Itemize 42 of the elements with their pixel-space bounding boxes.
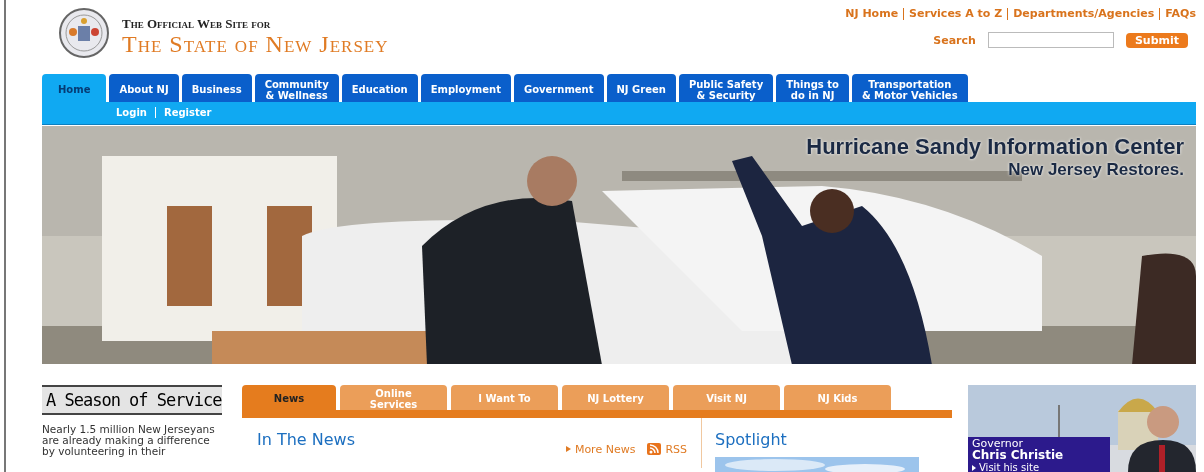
nav-tab[interactable]: Community & Wellness <box>254 73 339 102</box>
nav-tab[interactable]: Transportation & Motor Vehicles <box>851 73 968 102</box>
rss-link[interactable]: RSS <box>665 442 687 456</box>
content-tab[interactable]: News <box>242 385 336 411</box>
governor-title: Governor <box>972 438 1024 450</box>
search-field[interactable] <box>987 32 1114 48</box>
site-tagline: The Official Web Site for <box>122 16 272 32</box>
nav-tab[interactable]: Business <box>181 73 252 102</box>
nav-tab[interactable]: Education <box>341 73 418 102</box>
rss-icon <box>647 443 662 456</box>
site-title: The State of New Jersey <box>122 32 389 56</box>
bullet-icon <box>565 446 571 453</box>
section-heading: Spotlight <box>715 430 788 450</box>
nav-tab[interactable]: About NJ <box>109 73 179 102</box>
sub-nav-link[interactable]: Login <box>116 107 155 119</box>
nav-tab[interactable]: NJ Green <box>606 73 676 102</box>
hero-headline: Hurricane Sandy Information Center <box>806 133 1184 160</box>
bullet-icon <box>972 464 976 471</box>
content-tab[interactable]: Online Services <box>340 385 447 411</box>
content-tab[interactable]: I Want To <box>451 385 558 411</box>
top-link[interactable]: NJ Home <box>840 8 904 20</box>
more-news-link[interactable]: More News <box>574 442 636 456</box>
governor-name: Chris Christie <box>972 449 1065 463</box>
content-tab[interactable]: NJ Lottery <box>562 385 669 411</box>
submit-button[interactable]: Submit <box>1125 32 1188 48</box>
search-label: Search <box>933 33 976 47</box>
content-tab[interactable]: Visit NJ <box>673 385 780 411</box>
nav-tab[interactable]: Employment <box>420 73 511 102</box>
nav-tab[interactable]: Home <box>42 73 107 102</box>
nav-tab[interactable]: Public Safety & Security <box>678 73 774 102</box>
season-banner: A Season of Service <box>42 385 222 416</box>
visit-site-link[interactable]: Visit his site <box>979 462 1040 472</box>
content-tab[interactable]: NJ Kids <box>784 385 891 411</box>
top-link[interactable]: FAQs <box>1159 8 1196 20</box>
top-link[interactable]: Departments/Agencies <box>1007 8 1160 20</box>
hero-subheading: New Jersey Restores. <box>1008 159 1184 180</box>
nav-tab[interactable]: Things to do in NJ <box>776 73 849 102</box>
sub-nav-link[interactable]: Register <box>154 107 220 119</box>
season-text: Nearly 1.5 million New Jerseyans are already making a difference by volunteering in their <box>42 424 216 458</box>
nav-tab[interactable]: Government <box>513 73 604 102</box>
top-link[interactable]: Services A to Z <box>903 8 1008 20</box>
section-heading: In The News <box>257 430 356 452</box>
